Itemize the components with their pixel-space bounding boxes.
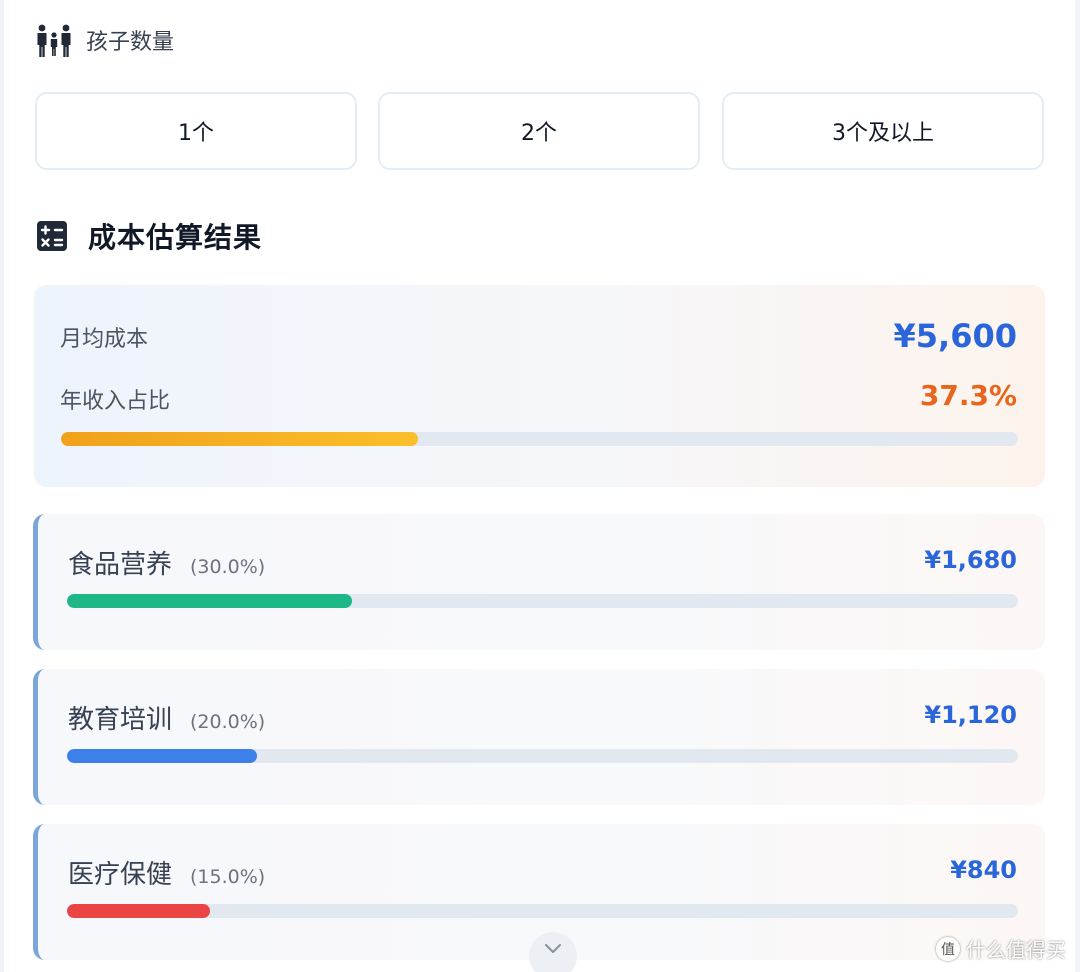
kids-count-header: 孩子数量: [36, 24, 174, 58]
category-percent: (15.0%): [190, 866, 266, 888]
kids-option-3-plus[interactable]: 3个及以上: [722, 92, 1044, 170]
category-title-education: 教育培训 (20.0%): [68, 699, 265, 736]
kids-option-2[interactable]: 2个: [378, 92, 700, 170]
category-title-healthcare: 医疗保健 (15.0%): [68, 854, 265, 891]
category-percent: (30.0%): [190, 556, 266, 578]
category-fill: [67, 594, 353, 608]
kids-option-1[interactable]: 1个: [35, 92, 357, 170]
category-track: [67, 904, 1018, 918]
kids-count-title: 孩子数量: [86, 30, 175, 55]
category-fill: [67, 904, 210, 918]
summary-card: 月均成本 ¥5,600 年收入占比 37.3%: [34, 285, 1045, 487]
chevron-down-icon: [545, 944, 561, 953]
left-edge: [0, 0, 4, 972]
category-amount: ¥1,680: [924, 546, 1017, 574]
category-amount: ¥840: [950, 856, 1017, 884]
category-card-food: 食品营养 (30.0%) ¥1,680: [33, 514, 1045, 650]
category-fill: [67, 749, 258, 763]
category-name: 教育培训: [68, 705, 173, 735]
watermark: 值 什么值得买: [936, 934, 1066, 963]
income-ratio-fill: [61, 432, 418, 446]
category-amount: ¥1,120: [924, 701, 1017, 729]
income-ratio-track: [61, 432, 1018, 446]
category-percent: (20.0%): [190, 711, 266, 733]
category-card-education: 教育培训 (20.0%) ¥1,120: [33, 669, 1045, 805]
page: 孩子数量 1个 2个 3个及以上 成本估算结果 月均成本 ¥5,600 年收入占…: [0, 0, 1080, 972]
right-scrollbar[interactable]: [1075, 0, 1080, 972]
category-name: 医疗保健: [68, 860, 173, 890]
monthly-cost-label: 月均成本: [60, 327, 149, 352]
income-ratio-value: 37.3%: [919, 379, 1017, 412]
monthly-cost-value: ¥5,600: [893, 317, 1017, 355]
category-track: [67, 749, 1018, 763]
income-ratio-label: 年收入占比: [60, 389, 171, 414]
category-title-food: 食品营养 (30.0%): [68, 544, 265, 581]
calculator-icon: [37, 221, 67, 251]
family-icon: [37, 24, 71, 57]
category-name: 食品营养: [68, 550, 173, 580]
results-header: 成本估算结果: [36, 216, 262, 256]
results-title: 成本估算结果: [88, 221, 263, 254]
category-track: [67, 594, 1018, 608]
watermark-text: 什么值得买: [966, 938, 1066, 962]
scroll-down-button[interactable]: [529, 932, 577, 972]
smzdm-logo-icon: 值: [936, 936, 960, 961]
